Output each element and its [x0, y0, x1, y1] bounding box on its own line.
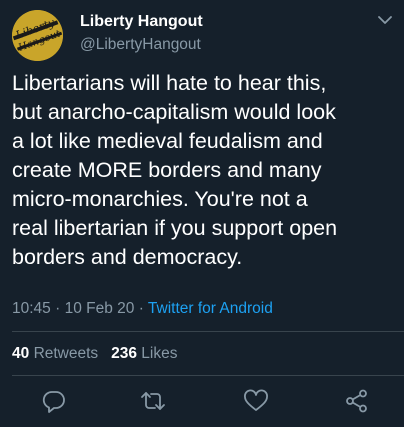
tweet-text-line: micro-monarchies. You're not a: [12, 187, 308, 211]
divider: [12, 375, 404, 376]
tweet-text-line: borders and democracy.: [12, 245, 243, 269]
meta-separator: ·: [138, 300, 144, 317]
tweet-text-line: Libertarians will hate to hear this,: [12, 71, 327, 95]
tweet-source-link[interactable]: Twitter for Android: [148, 300, 273, 317]
tweet-text: Libertarians will hate to hear this, but…: [12, 69, 400, 272]
meta-separator: ·: [55, 300, 61, 317]
tweet-text-line: create MORE borders and many: [12, 158, 322, 182]
author-handle[interactable]: @LibertyHangout: [80, 36, 201, 54]
reply-icon[interactable]: [40, 387, 68, 415]
tweet-text-line: real libertarian if you support open: [12, 216, 338, 240]
heart-icon[interactable]: [242, 387, 270, 415]
divider: [12, 331, 404, 332]
retweets-count: 40: [12, 345, 30, 362]
tweet-text-line: a lot like medieval feudalism and: [12, 129, 323, 153]
avatar-logo: Liberty Hangout: [12, 10, 63, 61]
action-bar: [0, 387, 404, 417]
author-display-name[interactable]: Liberty Hangout: [80, 13, 203, 31]
chevron-down-icon[interactable]: [376, 14, 394, 26]
avatar[interactable]: Liberty Hangout: [12, 10, 63, 61]
tweet-text-line: but anarcho-capitalism would look: [12, 100, 336, 124]
retweets-stat[interactable]: 40 Retweets: [12, 345, 98, 362]
tweet-card: Liberty Hangout Liberty Hangout @Liberty…: [0, 0, 404, 427]
likes-label: Likes: [141, 345, 178, 362]
share-icon[interactable]: [343, 387, 371, 415]
likes-count: 236: [111, 345, 137, 362]
tweet-meta: 10:45 · 10 Feb 20 · Twitter for Android: [12, 300, 273, 318]
tweet-time: 10:45: [12, 300, 51, 317]
likes-stat[interactable]: 236 Likes: [111, 345, 177, 362]
tweet-date: 10 Feb 20: [64, 300, 135, 317]
tweet-stats: 40 Retweets 236 Likes: [12, 345, 177, 363]
retweets-label: Retweets: [33, 345, 99, 362]
retweet-icon[interactable]: [139, 387, 167, 415]
